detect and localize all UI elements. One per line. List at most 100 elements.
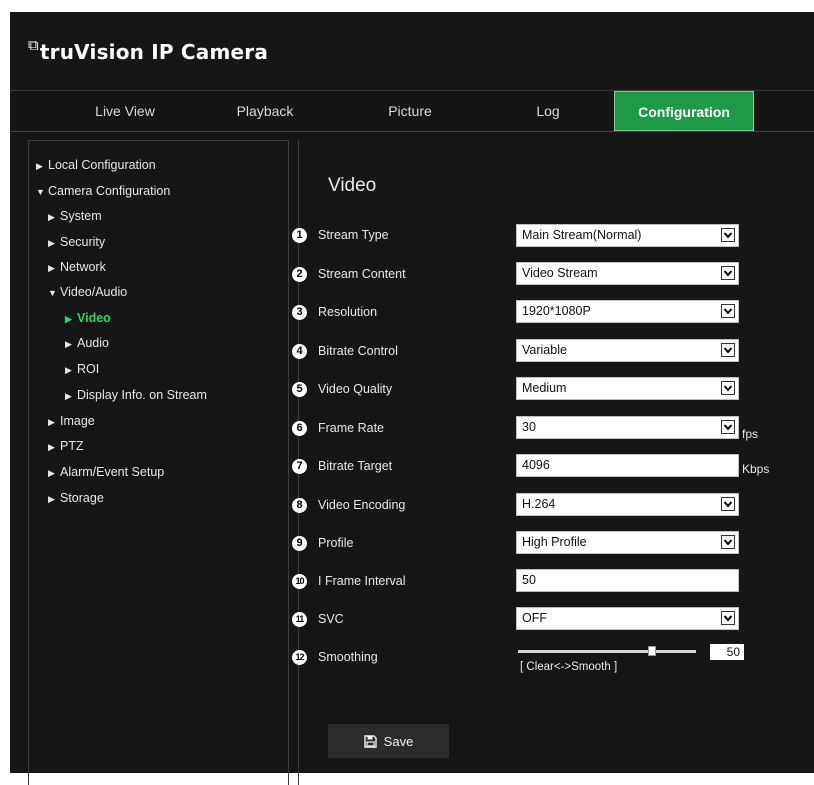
tree-item-roi[interactable]: ▶ ROI bbox=[65, 362, 99, 376]
video-settings-panel: Video 1 Stream Type Main Stream(Normal) … bbox=[290, 140, 814, 785]
tab-playback[interactable]: Playback bbox=[200, 91, 330, 131]
tree-item-system[interactable]: ▶ System bbox=[48, 209, 102, 223]
app-title: truVision IP Camera bbox=[39, 40, 269, 64]
profile-label: Profile bbox=[318, 536, 354, 550]
tree-item-label: Video/Audio bbox=[60, 285, 128, 299]
tree-item-storage[interactable]: ▶ Storage bbox=[48, 491, 104, 505]
frame-rate-select[interactable]: 30 bbox=[516, 416, 739, 439]
tree-item-label: Video bbox=[77, 311, 111, 325]
chevron-down-icon bbox=[721, 381, 735, 395]
tree-item-label: Security bbox=[60, 235, 106, 249]
callout-number: 3 bbox=[292, 305, 307, 320]
callout-number: 8 bbox=[292, 498, 307, 513]
video-quality-label: Video Quality bbox=[318, 382, 393, 396]
chevron-down-icon bbox=[721, 266, 735, 280]
tree-item-label: Image bbox=[60, 414, 95, 428]
bitrate-target-input[interactable]: 4096 bbox=[516, 454, 739, 477]
callout-number: 9 bbox=[292, 536, 307, 551]
svc-select[interactable]: OFF bbox=[516, 607, 739, 630]
i-frame-interval-label: I Frame Interval bbox=[318, 574, 406, 588]
tree-item-camera-configuration[interactable]: ▼ Camera Configuration bbox=[36, 184, 170, 198]
tree-item-label: Network bbox=[60, 260, 106, 274]
tree-item-image[interactable]: ▶ Image bbox=[48, 414, 95, 428]
stream-content-select[interactable]: Video Stream bbox=[516, 262, 739, 285]
collapsed-arrow-icon: ▶ bbox=[48, 442, 55, 452]
tab-log[interactable]: Log bbox=[488, 91, 608, 131]
select-value: 1920*1080P bbox=[522, 304, 591, 318]
truvision-logo-icon: ⧉ bbox=[28, 36, 39, 54]
video-quality-select[interactable]: Medium bbox=[516, 377, 739, 400]
bitrate-control-select[interactable]: Variable bbox=[516, 339, 739, 362]
profile-select[interactable]: High Profile bbox=[516, 531, 739, 554]
tab-configuration[interactable]: Configuration bbox=[614, 91, 754, 131]
tree-item-label: Alarm/Event Setup bbox=[60, 465, 165, 479]
expanded-arrow-icon: ▼ bbox=[36, 187, 45, 197]
collapsed-arrow-icon: ▶ bbox=[36, 161, 43, 171]
collapsed-arrow-icon: ▶ bbox=[65, 339, 72, 349]
expanded-arrow-icon: ▼ bbox=[48, 288, 57, 298]
callout-number: 10 bbox=[292, 574, 307, 589]
stream-type-select[interactable]: Main Stream(Normal) bbox=[516, 224, 739, 247]
tab-picture[interactable]: Picture bbox=[345, 91, 475, 131]
tree-item-label: System bbox=[60, 209, 102, 223]
video-encoding-select[interactable]: H.264 bbox=[516, 493, 739, 516]
callout-number: 1 bbox=[292, 228, 307, 243]
svc-label: SVC bbox=[318, 612, 344, 626]
app-window: ⧉ truVision IP Camera Live View Playback… bbox=[10, 12, 814, 785]
callout-number: 12 bbox=[292, 650, 307, 665]
select-value: Variable bbox=[522, 343, 567, 357]
save-button[interactable]: Save bbox=[328, 724, 449, 758]
bitrate-control-label: Bitrate Control bbox=[318, 344, 398, 358]
callout-number: 5 bbox=[292, 382, 307, 397]
chevron-down-icon bbox=[721, 343, 735, 357]
page-title: Video bbox=[328, 175, 377, 196]
chevron-down-icon bbox=[721, 611, 735, 625]
main-nav: Live View Playback Picture Log Configura… bbox=[10, 91, 814, 131]
select-value: Medium bbox=[522, 381, 567, 395]
callout-number: 11 bbox=[292, 612, 307, 627]
tab-live-view[interactable]: Live View bbox=[50, 91, 200, 131]
bitrate-target-label: Bitrate Target bbox=[318, 459, 393, 473]
i-frame-interval-input[interactable]: 50 bbox=[516, 569, 739, 592]
collapsed-arrow-icon: ▶ bbox=[48, 417, 55, 427]
tree-item-local-configuration[interactable]: ▶ Local Configuration bbox=[36, 158, 156, 172]
tree-item-alarm-event-setup[interactable]: ▶ Alarm/Event Setup bbox=[48, 465, 164, 479]
config-tree: ▶ Local Configuration ▼ Camera Configurati… bbox=[28, 140, 289, 785]
tree-item-audio[interactable]: ▶ Audio bbox=[65, 336, 109, 350]
smoothing-slider[interactable] bbox=[518, 650, 696, 653]
resolution-label: Resolution bbox=[318, 305, 378, 319]
collapsed-arrow-icon: ▶ bbox=[48, 238, 55, 248]
frame-rate-unit: fps bbox=[742, 427, 759, 441]
smoothing-value: 50 bbox=[710, 644, 744, 660]
tree-item-ptz[interactable]: ▶ PTZ bbox=[48, 439, 84, 453]
stream-type-label: Stream Type bbox=[318, 228, 389, 242]
tree-item-label: Camera Configuration bbox=[48, 184, 171, 198]
tree-item-label: Storage bbox=[60, 491, 104, 505]
smoothing-slider-thumb[interactable] bbox=[647, 646, 656, 656]
tree-item-security[interactable]: ▶ Security bbox=[48, 235, 105, 249]
chevron-down-icon bbox=[721, 304, 735, 318]
callout-number: 4 bbox=[292, 344, 307, 359]
tree-item-video-audio[interactable]: ▼ Video/Audio bbox=[48, 285, 127, 299]
tree-item-label: Audio bbox=[77, 336, 109, 350]
app-logo: ⧉ truVision IP Camera bbox=[28, 36, 269, 64]
nav-divider bbox=[10, 131, 814, 132]
callout-number: 2 bbox=[292, 267, 307, 282]
collapsed-arrow-icon: ▶ bbox=[48, 263, 55, 273]
bitrate-target-unit: Kbps bbox=[742, 462, 770, 476]
select-value: H.264 bbox=[522, 497, 556, 511]
stream-content-label: Stream Content bbox=[318, 267, 406, 281]
tree-item-label: Display Info. on Stream bbox=[77, 388, 207, 402]
collapsed-arrow-icon: ▶ bbox=[65, 391, 72, 401]
floppy-disk-icon bbox=[363, 734, 377, 748]
tree-item-video[interactable]: ▶ Video bbox=[65, 311, 111, 325]
collapsed-arrow-icon: ▶ bbox=[48, 494, 55, 504]
frame-rate-label: Frame Rate bbox=[318, 421, 384, 435]
collapsed-arrow-icon: ▶ bbox=[48, 468, 55, 478]
select-value: OFF bbox=[522, 611, 547, 625]
tree-item-network[interactable]: ▶ Network bbox=[48, 260, 106, 274]
collapsed-arrow-icon: ▶ bbox=[65, 314, 72, 324]
resolution-select[interactable]: 1920*1080P bbox=[516, 300, 739, 323]
tree-item-display-info-on-stream[interactable]: ▶ Display Info. on Stream bbox=[65, 388, 207, 402]
collapsed-arrow-icon: ▶ bbox=[48, 212, 55, 222]
